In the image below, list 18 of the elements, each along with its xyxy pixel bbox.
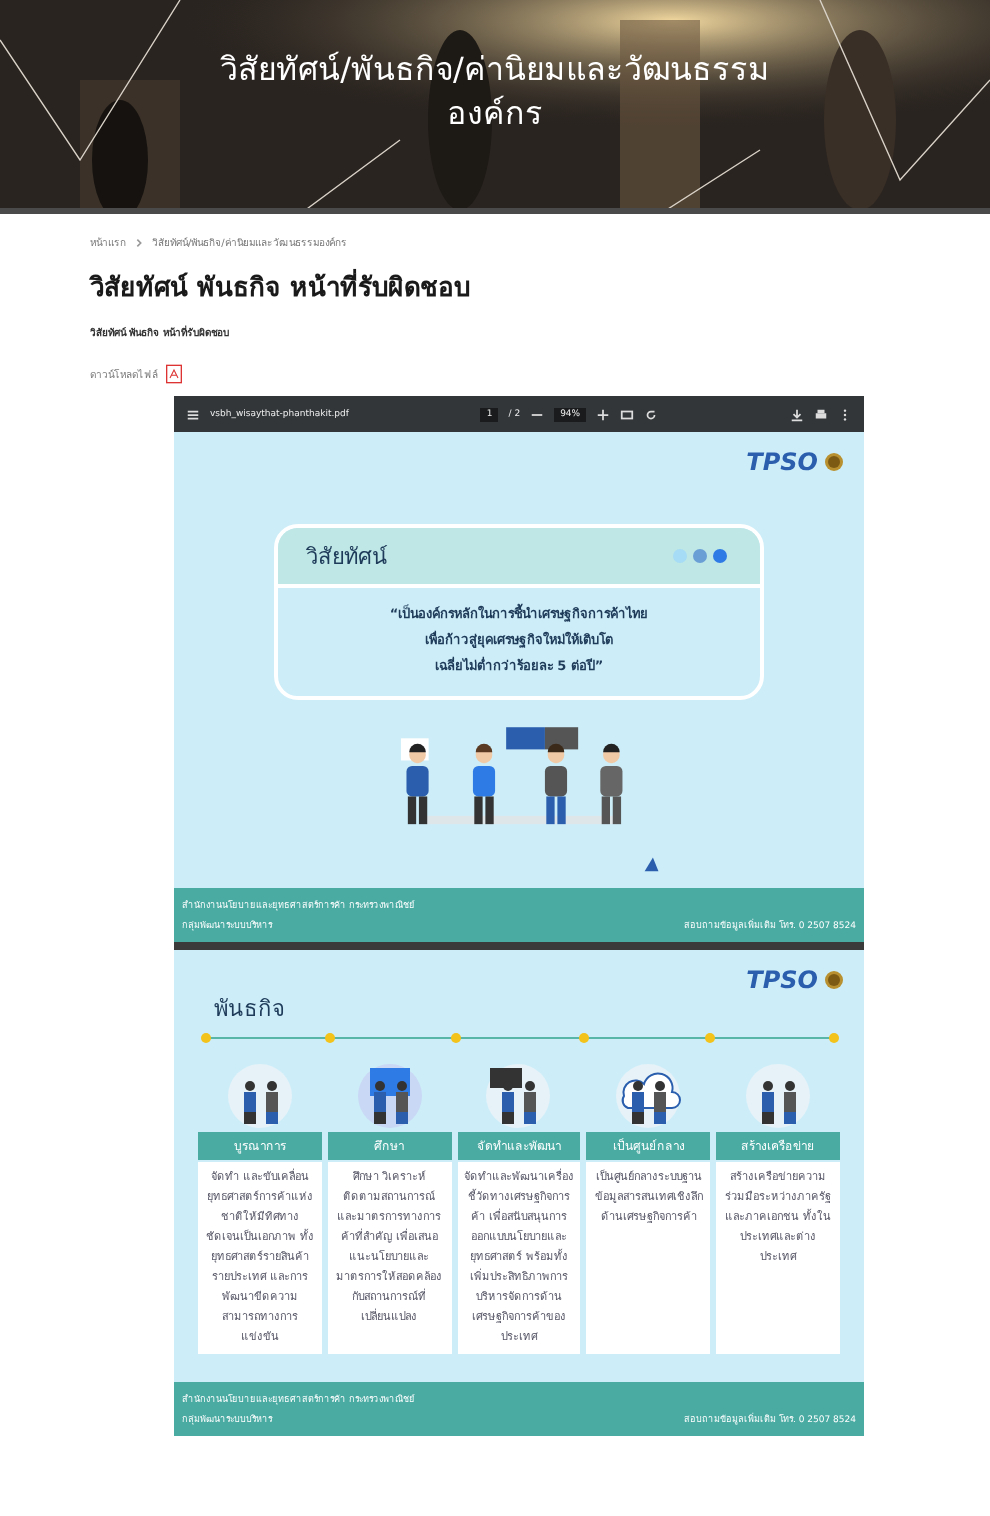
page-heading: วิสัยทัศน์ พันธกิจ หน้าที่รับผิดชอบ xyxy=(90,266,990,308)
banner-title: วิสัยทัศน์/พันธกิจ/ค่านิยมและวัฒนธรรมองค์กร xyxy=(218,48,772,136)
more-icon[interactable] xyxy=(838,407,852,421)
download-icon[interactable] xyxy=(790,407,804,421)
logo-text: TPSO xyxy=(746,966,818,994)
card-title: วิสัยทัศน์ xyxy=(306,542,388,574)
pdf-file-icon[interactable] xyxy=(166,364,182,384)
dots-icon xyxy=(672,548,732,564)
chevron-icon xyxy=(134,237,144,247)
menu-icon[interactable] xyxy=(186,407,200,421)
logo-text: TPSO xyxy=(746,448,818,476)
seal-icon xyxy=(824,452,844,472)
fit-page-icon[interactable] xyxy=(620,407,635,421)
slide-title: พันธกิจ xyxy=(212,994,286,1026)
rotate-icon[interactable] xyxy=(644,407,659,421)
print-icon[interactable] xyxy=(814,407,828,421)
seal-icon xyxy=(824,970,844,990)
zoom-in-icon[interactable] xyxy=(596,407,611,421)
